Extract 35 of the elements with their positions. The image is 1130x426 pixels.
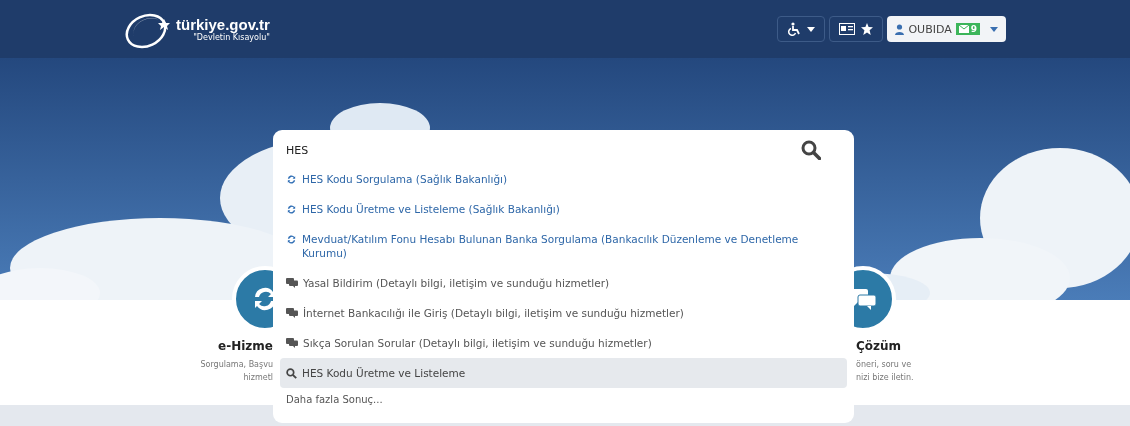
refresh-icon — [286, 174, 297, 185]
user-icon — [895, 23, 905, 35]
caret-icon — [807, 26, 816, 32]
search-field[interactable]: HES — [286, 143, 346, 157]
search-icon[interactable] — [801, 140, 821, 160]
suggestion-item[interactable]: Sıkça Sorulan Sorular (Detaylı bilgi, iletişim ve sunduğu hizmetler) — [280, 328, 847, 358]
refresh-icon — [286, 204, 297, 215]
user-menu-button[interactable]: OUBIDA 9 — [887, 16, 1006, 42]
suggestion-item[interactable]: HES Kodu Üretme ve Listeleme — [280, 358, 847, 388]
suggestion-item[interactable]: İnternet Bankacılığı ile Giriş (Detaylı bilgi, iletişim ve sunduğu hizmetler) — [280, 298, 847, 328]
logo-tagline: "Devletin Kısayolu" — [193, 32, 270, 42]
wheelchair-icon — [787, 22, 802, 36]
id-card-icon — [839, 23, 856, 35]
suggestion-item[interactable]: Yasal Bildirim (Detaylı bilgi, iletişim ve sunduğu hizmetler) — [280, 268, 847, 298]
chat-icon — [286, 278, 298, 288]
more-results-link[interactable]: Daha fazla Sonuç... — [280, 388, 847, 411]
site-logo-text[interactable]: türkiye.gov.tr — [176, 16, 270, 33]
refresh-icon — [286, 234, 297, 245]
suggestion-item[interactable]: HES Kodu Üretme ve Listeleme (Sağlık Bakanlığı) — [280, 194, 847, 224]
card-title: Çözüm — [856, 338, 902, 354]
suggestion-item[interactable]: Mevduat/Katılım Fonu Hesabı Bulunan Banka Sorgulama (Bankacılık Düzenleme ve Denetleme Kurumu) — [280, 224, 847, 268]
card-description: hizmetl — [243, 372, 273, 384]
suggestion-item[interactable]: HES Kodu Sorgulama (Sağlık Bakanlığı) — [280, 164, 847, 194]
search-icon — [286, 368, 297, 379]
card-favorites-button[interactable] — [829, 16, 884, 42]
star-icon — [861, 23, 874, 35]
card-description: Sorgulama, Başvu — [200, 359, 273, 371]
envelope-icon — [958, 25, 969, 33]
card-title: e-Hizme — [218, 338, 273, 354]
caret-icon — [990, 26, 998, 32]
card-description: öneri, soru ve — [856, 359, 912, 371]
chat-icon — [286, 338, 298, 348]
accessibility-button[interactable] — [777, 16, 826, 42]
card-description: nizi bize iletin. — [856, 372, 914, 384]
chat-icon — [286, 308, 298, 318]
